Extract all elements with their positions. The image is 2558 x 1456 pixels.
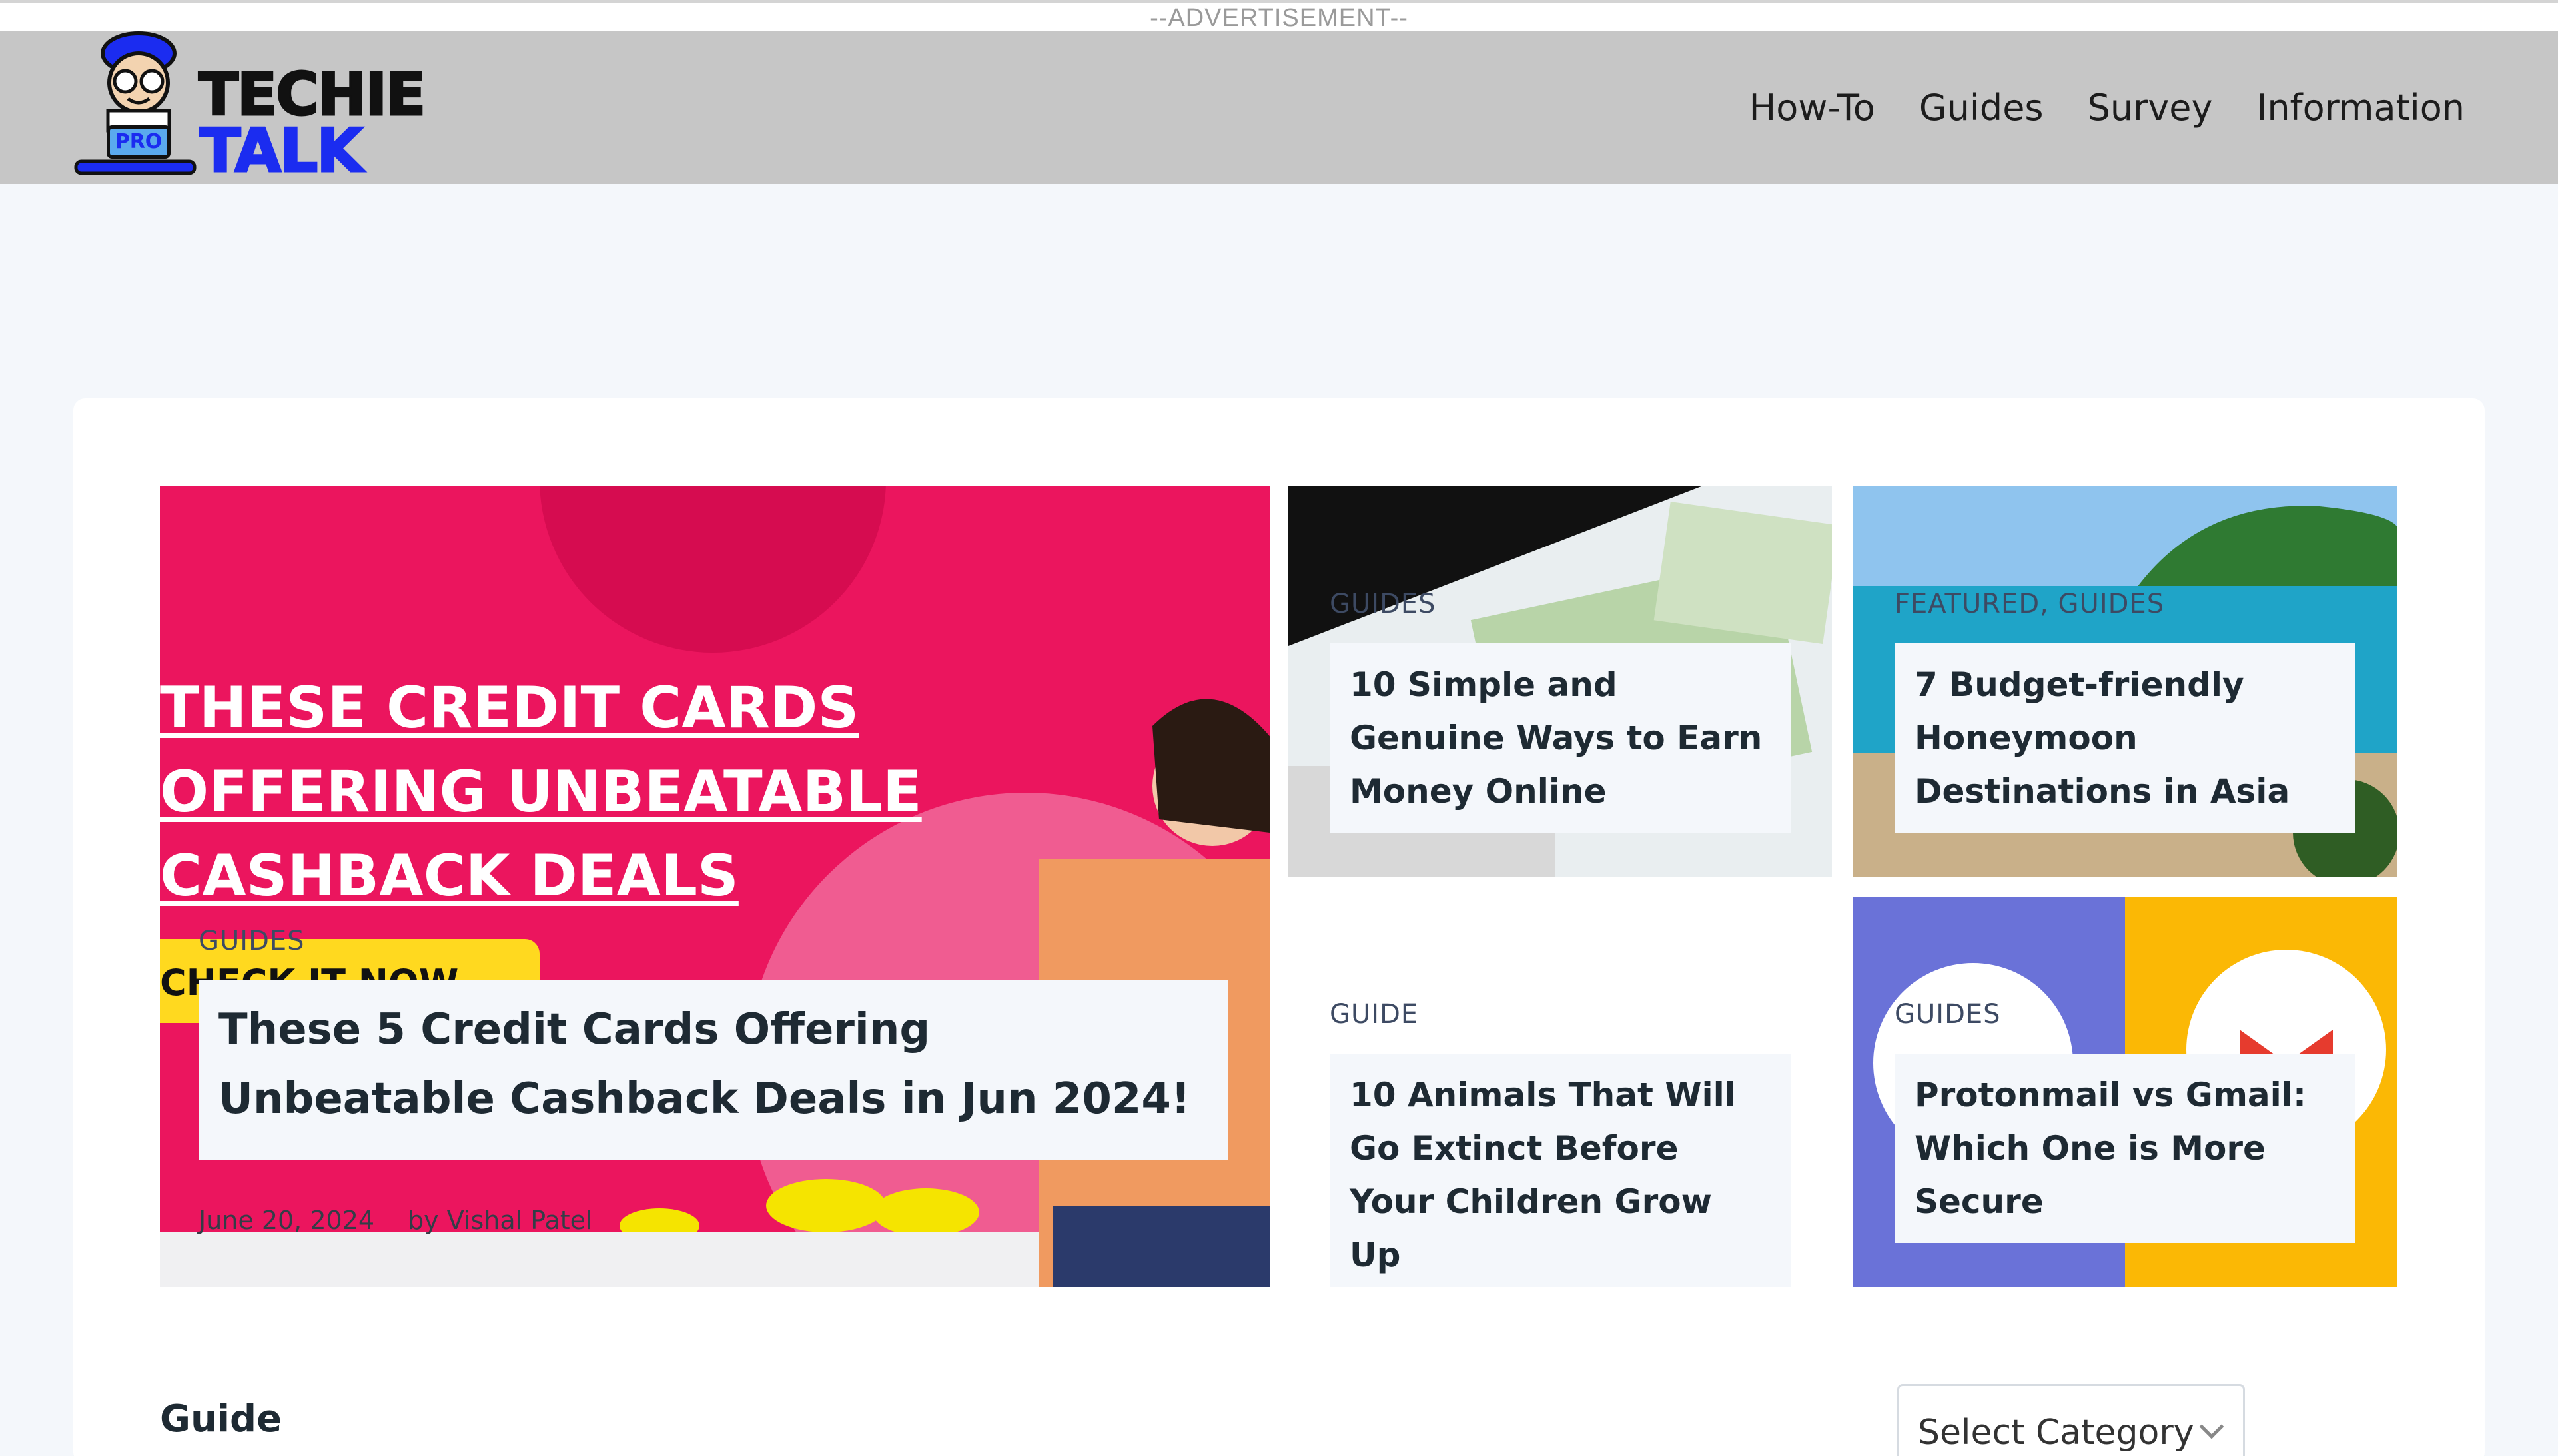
nav-item-information[interactable]: Information (2256, 87, 2465, 129)
category-select[interactable]: Select Category (1897, 1384, 2245, 1456)
hero-meta: June 20, 2024 by Vishal Patel (199, 1206, 593, 1235)
nav-item-survey[interactable]: Survey (2088, 87, 2213, 129)
advertisement-bar: --ADVERTISEMENT-- (0, 0, 2558, 32)
tile-category[interactable]: GUIDES (1895, 999, 2001, 1030)
logo-text-talk: TALK (199, 116, 364, 186)
hero-banner-headline: THESE CREDIT CARDS OFFERING UNBEATABLE C… (160, 675, 922, 909)
advertisement-label: --ADVERTISEMENT-- (1150, 4, 1408, 32)
nav-item-how-to[interactable]: How-To (1749, 87, 1875, 129)
logo-text-techie: TECHIE (197, 60, 426, 129)
hero-title-box: These 5 Credit Cards Offering Unbeatable… (199, 980, 1228, 1160)
nav-item-guides[interactable]: Guides (1919, 87, 2044, 129)
hero-date: June 20, 2024 (199, 1206, 375, 1235)
hero-post-tile[interactable]: THESE CREDIT CARDS OFFERING UNBEATABLE C… (160, 486, 1270, 1287)
section-title: Guide (160, 1397, 282, 1441)
hero-category[interactable]: GUIDES (199, 926, 305, 956)
category-select-label: Select Category (1918, 1413, 2194, 1453)
tile-title-box: 10 Simple and Genuine Ways to Earn Money… (1330, 643, 1791, 833)
tile-title-box: Protonmail vs Gmail: Which One is More S… (1895, 1054, 2355, 1243)
hero-title[interactable]: These 5 Credit Cards Offering Unbeatable… (218, 1005, 1190, 1124)
tile-category[interactable]: GUIDES (1330, 589, 1436, 619)
main-nav: How-To Guides Survey Information (1749, 31, 2465, 184)
post-tile-earn-money[interactable]: GUIDES 10 Simple and Genuine Ways to Ear… (1288, 486, 1832, 877)
post-tile-protonmail-gmail[interactable]: GUIDES Protonmail vs Gmail: Which One is… (1853, 897, 2397, 1287)
site-logo[interactable]: PRO TECHIE TALK (72, 31, 485, 186)
tile-title-box: 7 Budget-friendly Honeymoon Destinations… (1895, 643, 2355, 833)
tile-title[interactable]: Protonmail vs Gmail: Which One is More S… (1915, 1076, 2306, 1221)
tile-title[interactable]: 10 Simple and Genuine Ways to Earn Money… (1350, 665, 1762, 811)
tile-category[interactable]: GUIDE (1330, 999, 1418, 1030)
post-tile-honeymoon[interactable]: FEATURED, GUIDES 7 Budget-friendly Honey… (1853, 486, 2397, 877)
post-tile-animals[interactable]: GUIDE 10 Animals That Will Go Extinct Be… (1288, 897, 1832, 1287)
pro-badge: PRO (107, 125, 171, 159)
tile-category[interactable]: FEATURED, GUIDES (1895, 589, 2164, 619)
tile-title-box: 10 Animals That Will Go Extinct Before Y… (1330, 1054, 1791, 1287)
chevron-down-icon (2199, 1414, 2224, 1439)
hero-author[interactable]: by Vishal Patel (408, 1206, 593, 1235)
tile-title[interactable]: 10 Animals That Will Go Extinct Before Y… (1350, 1076, 1736, 1274)
tile-title[interactable]: 7 Budget-friendly Honeymoon Destinations… (1915, 665, 2290, 811)
